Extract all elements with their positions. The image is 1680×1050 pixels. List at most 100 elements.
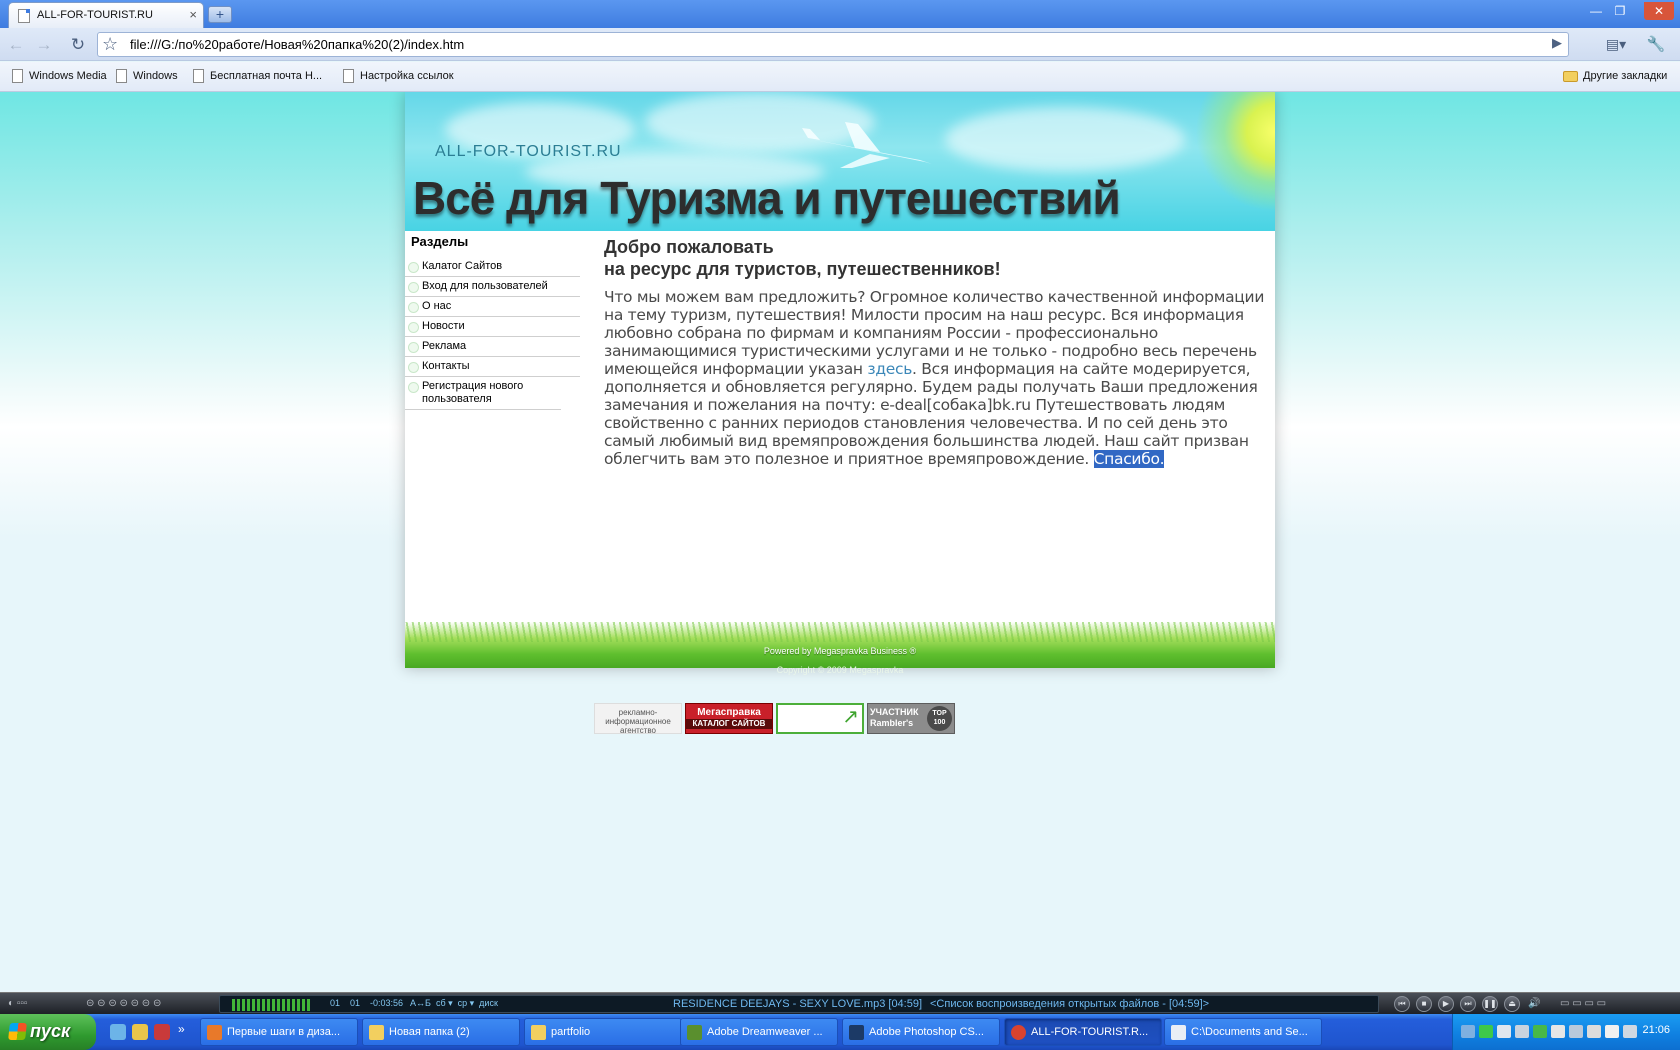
intro-paragraph: Что мы можем вам предложить? Огромное ко… [604,288,1270,468]
document-icon [1171,1025,1186,1040]
new-tab-button[interactable]: + [208,6,232,23]
airplane-icon [802,122,932,168]
bookmark-star-icon[interactable]: ☆ [102,34,118,55]
main-content: Добро пожаловать на ресурс для туристов,… [604,231,1270,468]
tray-app-icon[interactable] [1515,1025,1529,1038]
bookmark-label: Настройка ссылок [360,70,454,82]
arrow-banner[interactable]: ↗ [776,703,864,734]
welcome-heading: Добро пожаловать на ресурс для туристов,… [604,236,1270,280]
back-arrow-icon[interactable]: ← [4,33,28,56]
taskbar-item-partfolio[interactable]: partfolio [524,1018,682,1046]
tray-app-icon[interactable] [1569,1025,1583,1038]
bookmark-label: Windows Media [29,70,107,82]
close-tab-icon[interactable]: × [189,7,197,22]
taskbar-item-chrome[interactable]: ALL-FOR-TOURIST.R... [1004,1018,1162,1046]
address-bar[interactable]: ☆ ▶ [97,32,1569,57]
task-label: Новая папка (2) [389,1026,470,1038]
eject-icon[interactable]: ⏏ [1504,996,1520,1012]
page-menu-icon[interactable]: ▤▾ [1604,33,1628,56]
sections-menu: Калатог Сайтов Вход для пользователей О … [405,257,580,410]
tab-bar: ALL-FOR-TOURIST.RU × + — ❐ ✕ [0,0,1680,28]
page-icon [193,69,204,83]
minimize-window-button[interactable]: — [1584,2,1608,20]
folder-icon [531,1025,546,1040]
taskbar-item-folder[interactable]: Новая папка (2) [362,1018,520,1046]
task-label: Adobe Dreamweaver ... [707,1026,823,1038]
welcome-line-1: Добро пожаловать [604,237,774,257]
task-label: Adobe Photoshop CS... [869,1026,984,1038]
quicklaunch-desktop-icon[interactable] [110,1024,126,1040]
menu-item-catalog[interactable]: Калатог Сайтов [405,257,580,277]
player-time-readout: 01 01 -0:03:56 A↔Б сб ▾ ср ▾ диск [330,998,498,1008]
start-button[interactable]: пуск [0,1014,96,1050]
rambler-top100-banner[interactable]: УЧАСТНИК Rambler's TOP 100 [867,703,955,734]
bookmark-free-mail[interactable]: Бесплатная почта Н... [193,69,323,83]
menu-item-contacts[interactable]: Контакты [405,357,580,377]
player-display: 01 01 -0:03:56 A↔Б сб ▾ ср ▾ диск RESIDE… [219,995,1379,1013]
tray-app-icon[interactable] [1533,1025,1547,1038]
play-icon[interactable]: ▶ [1438,996,1454,1012]
bookmark-label: Бесплатная почта Н... [210,70,323,82]
site-header: ALL-FOR-TOURIST.RU Всё для Туризма и пут… [405,92,1275,231]
player-window-controls[interactable]: ▭ ▭ ▭ ▭ [1560,997,1606,1011]
player-effects-icons[interactable]: ⊝ ⊝ ⊝ ⊝ ⊝ ⊝ ⊝ [86,997,161,1011]
site-title: Всё для Туризма и путешествий [413,172,1121,224]
url-input[interactable] [130,36,1530,53]
powered-by-text[interactable]: Powered by Megaspravka Business ® [405,646,1275,656]
bookmarks-bar: Windows Media Windows Бесплатная почта Н… [0,62,1680,92]
browser-tab[interactable]: ALL-FOR-TOURIST.RU × [8,2,204,28]
copyright-text: Copyright © 2009 Megaspravka [776,665,904,675]
bookmark-link-settings[interactable]: Настройка ссылок [343,69,454,83]
playlist-status: <Список воспроизведения открытых файлов … [930,998,1210,1010]
previous-track-icon[interactable]: ⏮ [1394,996,1410,1012]
bookmark-label: Windows [133,70,178,82]
quicklaunch-tools-icon[interactable] [132,1024,148,1040]
folder-icon [369,1025,384,1040]
menu-item-news[interactable]: Новости [405,317,580,337]
task-label: ALL-FOR-TOURIST.R... [1031,1026,1149,1038]
tray-app-icon[interactable] [1587,1025,1601,1038]
page-viewport: ALL-FOR-TOURIST.RU Всё для Туризма и пут… [0,92,1680,992]
tray-app-icon[interactable] [1497,1025,1511,1038]
taskbar-item-photoshop[interactable]: Adobe Photoshop CS... [842,1018,1000,1046]
reload-icon[interactable]: ↻ [66,33,90,56]
welcome-line-2: на ресурс для туристов, путешественников… [604,259,1001,279]
taskbar-item-explorer[interactable]: C:\Documents and Se... [1164,1018,1322,1046]
tray-clock: 21:06 [1642,1024,1670,1036]
tray-volume-icon[interactable] [1623,1025,1637,1038]
menu-item-about[interactable]: О нас [405,297,580,317]
agency-banner[interactable]: рекламно-информационное агентство [594,703,682,735]
tray-icq-icon[interactable] [1479,1025,1493,1038]
sidebar: Разделы Калатог Сайтов Вход для пользова… [405,231,580,410]
taskbar-item-firefox[interactable]: Первые шаги в диза... [200,1018,358,1046]
next-track-icon[interactable]: ⏭ [1460,996,1476,1012]
taskbar-item-dreamweaver[interactable]: Adobe Dreamweaver ... [680,1018,838,1046]
player-menu-icon[interactable]: ◐ ▫▫▫ [8,997,27,1011]
media-player-bar: ◐ ▫▫▫ ⊝ ⊝ ⊝ ⊝ ⊝ ⊝ ⊝ 01 01 -0:03:56 A↔Б с… [0,992,1680,1014]
quicklaunch-expand-icon[interactable]: » [178,1022,194,1038]
here-link[interactable]: здесь [867,360,912,378]
bookmark-windows-media[interactable]: Windows Media [12,69,107,83]
bookmark-windows[interactable]: Windows [116,69,178,83]
other-bookmarks-folder[interactable]: Другие закладки [1563,70,1667,82]
pause-icon[interactable]: ❚❚ [1482,996,1498,1012]
menu-item-ads[interactable]: Реклама [405,337,580,357]
equalizer-graphic [232,999,312,1011]
menu-item-register[interactable]: Регистрация нового пользователя [405,377,561,410]
megaspravka-banner[interactable]: Мегасправка КАТАЛОГ САЙТОВ [685,703,773,734]
stop-icon[interactable]: ■ [1416,996,1432,1012]
menu-item-login[interactable]: Вход для пользователей [405,277,580,297]
close-window-button[interactable]: ✕ [1644,2,1674,20]
restore-window-button[interactable]: ❐ [1608,2,1632,20]
top100-badge: TOP 100 [927,706,952,731]
wrench-menu-icon[interactable]: 🔧▾ [1644,33,1668,76]
sun-graphic [1195,92,1275,212]
go-arrow-icon[interactable]: ▶ [1552,35,1562,51]
volume-icon[interactable]: 🔊 [1528,997,1540,1011]
site-container: ALL-FOR-TOURIST.RU Всё для Туризма и пут… [405,92,1275,675]
tray-network-icon[interactable] [1461,1025,1475,1038]
forward-arrow-icon[interactable]: → [32,33,56,56]
tray-language-icon[interactable] [1605,1025,1619,1038]
tray-app-icon[interactable] [1551,1025,1565,1038]
quicklaunch-app-icon[interactable] [154,1024,170,1040]
